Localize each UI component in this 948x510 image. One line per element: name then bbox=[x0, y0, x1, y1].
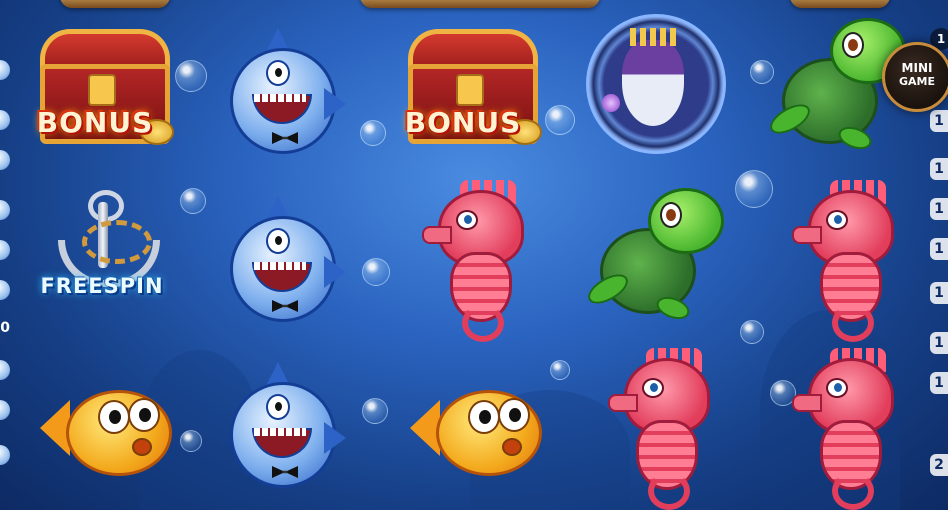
seahorse-symbol bbox=[790, 348, 900, 510]
bubble bbox=[545, 105, 575, 135]
sea-king-figure bbox=[622, 40, 684, 126]
seahorse-tail bbox=[832, 304, 874, 342]
shark-tail bbox=[324, 256, 346, 288]
turtle-head bbox=[648, 188, 724, 254]
bonus-chest-symbol: BONUS bbox=[388, 24, 548, 164]
mini-game-label-line2: GAME bbox=[898, 75, 935, 88]
shark-symbol bbox=[212, 196, 362, 326]
edge-marker bbox=[0, 400, 10, 420]
seahorse-tail bbox=[648, 472, 690, 510]
seahorse-snout bbox=[608, 394, 638, 412]
slot-reels: 0 1 1 1 1 1 1 1 2 BONUS BONUS FREESPIN 1… bbox=[0, 0, 948, 510]
seahorse-symbol bbox=[420, 180, 530, 342]
shark-teeth bbox=[254, 262, 306, 270]
goldfish-symbol bbox=[410, 360, 550, 480]
seahorse-eye bbox=[642, 378, 664, 398]
fish-eye bbox=[498, 398, 530, 432]
shark-symbol bbox=[212, 362, 362, 492]
freespin-anchor-symbol: FREESPIN bbox=[22, 190, 182, 310]
edge-marker bbox=[0, 110, 10, 130]
turtle-flipper bbox=[653, 292, 693, 324]
fish-eye bbox=[128, 398, 160, 432]
seahorse-eye bbox=[826, 378, 848, 398]
edge-marker bbox=[0, 280, 10, 300]
top-frame-center bbox=[360, 0, 600, 8]
edge-marker bbox=[0, 200, 10, 220]
shark-teeth bbox=[254, 94, 306, 102]
shark-teeth bbox=[254, 428, 306, 436]
payline-number[interactable]: 1 bbox=[930, 110, 948, 132]
lock-icon bbox=[88, 74, 116, 106]
mini-game-label-line1: MINI bbox=[901, 61, 933, 75]
sea-king-wild-symbol bbox=[586, 14, 726, 154]
bubble bbox=[740, 320, 764, 344]
turtle-symbol bbox=[583, 188, 726, 328]
shark-tail bbox=[324, 88, 346, 120]
bonus-label: BONUS bbox=[36, 106, 154, 139]
seahorse-eye bbox=[456, 210, 478, 230]
payline-number[interactable]: 1 bbox=[930, 332, 948, 354]
seahorse-eye bbox=[826, 210, 848, 230]
fish-mouth bbox=[132, 438, 152, 456]
seahorse-symbol bbox=[606, 348, 716, 510]
turtle-eye bbox=[842, 32, 864, 58]
orb-icon bbox=[602, 94, 620, 112]
turtle-eye bbox=[660, 202, 682, 228]
seahorse-symbol bbox=[790, 180, 900, 342]
payline-number[interactable]: 2 bbox=[930, 454, 948, 476]
bubble bbox=[360, 120, 386, 146]
seahorse-snout bbox=[792, 394, 822, 412]
payline-number[interactable]: 1 bbox=[930, 372, 948, 394]
edge-marker bbox=[0, 150, 10, 170]
bubble bbox=[362, 398, 388, 424]
seahorse-snout bbox=[422, 226, 452, 244]
payline-number[interactable]: 1 bbox=[930, 158, 948, 180]
crown-icon bbox=[630, 28, 676, 46]
bubble bbox=[362, 258, 390, 286]
fish-eye bbox=[98, 400, 130, 434]
bonus-label: BONUS bbox=[404, 106, 522, 139]
edge-marker bbox=[0, 445, 10, 465]
edge-marker bbox=[0, 60, 10, 80]
edge-marker bbox=[0, 240, 10, 260]
payline-number[interactable]: 1 bbox=[930, 282, 948, 304]
shark-eye bbox=[266, 228, 290, 254]
bubble bbox=[180, 188, 206, 214]
edge-number: 0 bbox=[0, 320, 10, 336]
payline-number[interactable]: 1 bbox=[930, 238, 948, 260]
bonus-chest-symbol: BONUS bbox=[20, 24, 180, 164]
edge-marker bbox=[0, 360, 10, 380]
turtle-flipper bbox=[835, 122, 875, 154]
fish-mouth bbox=[502, 438, 522, 456]
top-frame-decoration bbox=[790, 0, 890, 8]
shark-symbol bbox=[212, 28, 362, 158]
shark-eye bbox=[266, 394, 290, 420]
seahorse-snout bbox=[792, 226, 822, 244]
lock-icon bbox=[456, 74, 484, 106]
bubble bbox=[180, 430, 202, 452]
shark-eye bbox=[266, 60, 290, 86]
left-reel-edge: 0 bbox=[0, 50, 12, 480]
payline-number[interactable]: 1 bbox=[930, 198, 948, 220]
top-frame-decoration bbox=[60, 0, 170, 8]
bubble bbox=[735, 170, 773, 208]
seahorse-tail bbox=[832, 472, 874, 510]
mini-game-button[interactable]: MINI GAME bbox=[882, 42, 948, 112]
shark-tail bbox=[324, 422, 346, 454]
bubble bbox=[550, 360, 570, 380]
fish-eye bbox=[468, 400, 500, 434]
freespin-label: FREESPIN bbox=[40, 274, 164, 298]
goldfish-symbol bbox=[40, 360, 180, 480]
seahorse-tail bbox=[462, 304, 504, 342]
